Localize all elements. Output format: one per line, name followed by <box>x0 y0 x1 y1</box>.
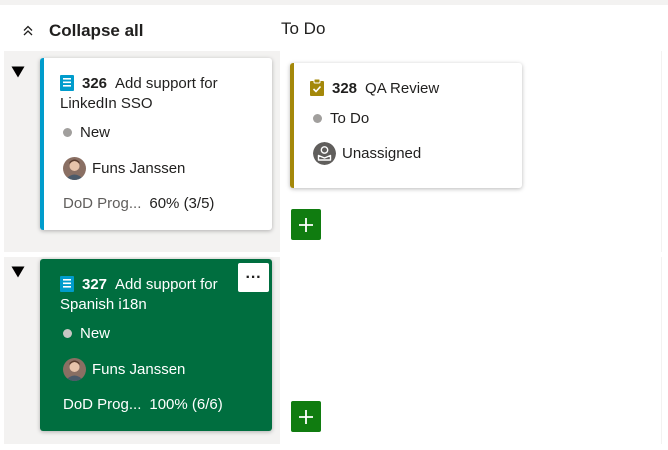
card-color-bar <box>40 58 44 230</box>
card-state[interactable]: New <box>63 124 262 141</box>
card-state[interactable]: New <box>63 325 262 342</box>
double-chevron-up-icon <box>23 25 33 36</box>
collapse-all-button[interactable]: Collapse all <box>22 18 143 44</box>
card-assignee[interactable]: Funs Janssen <box>63 157 262 180</box>
card-title[interactable]: QA Review <box>365 80 439 97</box>
lane-expander-327[interactable] <box>11 266 25 278</box>
field-value: 60% (3/5) <box>149 195 215 212</box>
assignee-name: Unassigned <box>342 145 422 162</box>
state-label: To Do <box>330 110 370 127</box>
assignee-name: Funs Janssen <box>92 361 186 378</box>
column-header-todo: To Do <box>281 19 326 38</box>
card-color-bar <box>290 63 294 188</box>
plus-icon <box>299 217 313 232</box>
field-value: 100% (6/6) <box>149 396 223 413</box>
card-327[interactable]: 327 Add support for Spanish i18n ··· New … <box>40 259 272 431</box>
card-field-dod: DoD Prog... 100% (6/6) <box>63 396 262 413</box>
state-dot <box>63 128 72 137</box>
card-title-row: 327 Add support for Spanish i18n <box>60 275 228 315</box>
top-divider <box>0 0 668 5</box>
assignee-name: Funs Janssen <box>92 160 186 177</box>
lane-expander-326[interactable] <box>11 66 25 78</box>
card-title-row: 326 Add support for LinkedIn SSO <box>60 74 262 114</box>
card-title-row: 328 QA Review <box>310 79 512 99</box>
state-dot <box>63 329 72 338</box>
add-task-button[interactable] <box>291 401 321 432</box>
card-assignee[interactable]: Funs Janssen <box>63 358 262 381</box>
card-id: 326 <box>82 75 108 92</box>
state-label: New <box>80 124 111 141</box>
backlog-item-icon <box>60 75 74 91</box>
card-assignee[interactable]: Unassigned <box>313 142 512 165</box>
todo-cell-327 <box>280 257 661 444</box>
add-task-button[interactable] <box>291 209 321 240</box>
card-328[interactable]: 328 QA Review To Do Unassigned <box>290 63 522 188</box>
state-label: New <box>80 325 111 342</box>
card-field-dod: DoD Prog... 60% (3/5) <box>63 195 262 212</box>
backlog-item-icon <box>60 276 74 292</box>
field-name: DoD Prog... <box>63 396 142 413</box>
avatar <box>63 157 86 180</box>
more-actions-button[interactable]: ··· <box>238 263 269 292</box>
clipboard-check-icon <box>310 79 324 96</box>
avatar <box>63 358 86 381</box>
collapse-all-label: Collapse all <box>49 21 144 40</box>
unassigned-avatar-icon <box>313 142 336 165</box>
ellipsis-icon: ··· <box>245 268 262 286</box>
plus-icon <box>299 409 313 424</box>
state-dot <box>313 114 322 123</box>
card-326[interactable]: 326 Add support for LinkedIn SSO New Funs… <box>40 58 272 230</box>
card-id: 327 <box>82 276 108 293</box>
field-name: DoD Prog... <box>63 195 142 212</box>
card-state[interactable]: To Do <box>313 110 512 127</box>
card-id: 328 <box>332 80 358 97</box>
